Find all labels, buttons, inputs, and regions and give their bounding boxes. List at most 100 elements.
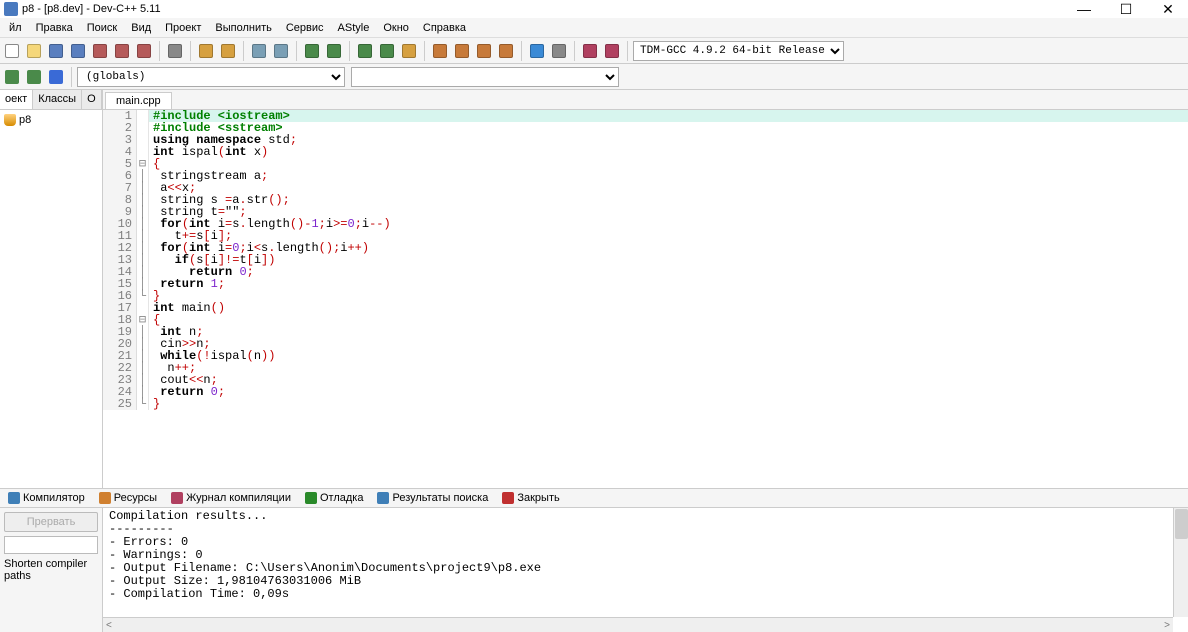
code-text[interactable]: cout<<n;	[149, 374, 1188, 386]
open-icon[interactable]	[24, 41, 44, 61]
menu-9[interactable]: Справка	[416, 20, 473, 36]
code-line[interactable]: 19│ int n;	[103, 326, 1188, 338]
code-line[interactable]: 6│ stringstream a;	[103, 170, 1188, 182]
code-text[interactable]: int n;	[149, 326, 1188, 338]
bottom-tab-3[interactable]: Отладка	[299, 490, 369, 506]
code-text[interactable]: cin>>n;	[149, 338, 1188, 350]
menu-4[interactable]: Проект	[158, 20, 208, 36]
code-text[interactable]: {	[149, 158, 1188, 170]
code-text[interactable]: #include <iostream>	[149, 110, 1188, 122]
fold-marker[interactable]: └	[137, 398, 149, 410]
code-text[interactable]: int main()	[149, 302, 1188, 314]
output-vscroll[interactable]	[1173, 508, 1188, 617]
code-text[interactable]: return 0;	[149, 266, 1188, 278]
code-text[interactable]: int ispal(int x)	[149, 146, 1188, 158]
close-all-icon[interactable]	[134, 41, 154, 61]
code-text[interactable]: while(!ispal(n))	[149, 350, 1188, 362]
menu-1[interactable]: Правка	[29, 20, 80, 36]
menu-2[interactable]: Поиск	[80, 20, 124, 36]
back-icon[interactable]	[2, 67, 22, 87]
debug-shield-icon[interactable]	[399, 41, 419, 61]
goto2-icon[interactable]	[377, 41, 397, 61]
code-line[interactable]: 17int main()	[103, 302, 1188, 314]
abort-button[interactable]: Прервать	[4, 512, 98, 532]
code-line[interactable]: 25└}	[103, 398, 1188, 410]
close-button[interactable]: ✕	[1156, 1, 1180, 18]
bookmark-icon[interactable]	[302, 41, 322, 61]
check-icon[interactable]	[527, 41, 547, 61]
output-text[interactable]: Compilation results... --------- - Error…	[103, 508, 1188, 603]
code-text[interactable]: for(int i=s.length()-1;i>=0;i--)	[149, 218, 1188, 230]
bottom-tab-5[interactable]: Закрыть	[496, 490, 565, 506]
code-line[interactable]: 14│ return 0;	[103, 266, 1188, 278]
code-text[interactable]: for(int i=0;i<s.length();i++)	[149, 242, 1188, 254]
code-text[interactable]: a<<x;	[149, 182, 1188, 194]
code-text[interactable]: using namespace std;	[149, 134, 1188, 146]
minimize-button[interactable]: —	[1072, 1, 1096, 18]
code-line[interactable]: 18⊟{	[103, 314, 1188, 326]
code-line[interactable]: 22│ n++;	[103, 362, 1188, 374]
new-icon[interactable]	[2, 41, 22, 61]
bookmark-next-icon[interactable]	[324, 41, 344, 61]
code-text[interactable]: {	[149, 314, 1188, 326]
code-line[interactable]: 4int ispal(int x)	[103, 146, 1188, 158]
code-text[interactable]: stringstream a;	[149, 170, 1188, 182]
code-line[interactable]: 13│ if(s[i]!=t[i])	[103, 254, 1188, 266]
save-icon[interactable]	[46, 41, 66, 61]
code-text[interactable]: return 1;	[149, 278, 1188, 290]
forward-icon[interactable]	[24, 67, 44, 87]
scope-select[interactable]: (globals)	[77, 67, 345, 87]
code-area[interactable]: 1#include <iostream>2#include <sstream>3…	[103, 110, 1188, 488]
menu-5[interactable]: Выполнить	[208, 20, 278, 36]
sidebar-tab-1[interactable]: Классы	[33, 90, 82, 109]
menu-8[interactable]: Окно	[376, 20, 416, 36]
compiler-select[interactable]: TDM-GCC 4.9.2 64-bit Release	[633, 41, 844, 61]
code-line[interactable]: 10│ for(int i=s.length()-1;i>=0;i--)	[103, 218, 1188, 230]
grid2-icon[interactable]	[452, 41, 472, 61]
output-filter-input[interactable]	[4, 536, 98, 554]
chart2-icon[interactable]	[602, 41, 622, 61]
project-node[interactable]: p8	[3, 113, 99, 127]
menu-0[interactable]: йл	[2, 20, 29, 36]
print-icon[interactable]	[165, 41, 185, 61]
code-line[interactable]: 24│ return 0;	[103, 386, 1188, 398]
undo-icon[interactable]	[196, 41, 216, 61]
x-icon[interactable]	[549, 41, 569, 61]
save-all-icon[interactable]	[68, 41, 88, 61]
member-select[interactable]	[351, 67, 619, 87]
code-line[interactable]: 21│ while(!ispal(n))	[103, 350, 1188, 362]
fold-marker[interactable]: └	[137, 290, 149, 302]
code-text[interactable]: }	[149, 398, 1188, 410]
menu-3[interactable]: Вид	[124, 20, 158, 36]
code-line[interactable]: 16└}	[103, 290, 1188, 302]
code-text[interactable]: return 0;	[149, 386, 1188, 398]
grid3-icon[interactable]	[474, 41, 494, 61]
sidebar-tab-0[interactable]: оект	[0, 90, 33, 109]
fold-marker[interactable]	[137, 110, 149, 122]
code-text[interactable]: if(s[i]!=t[i])	[149, 254, 1188, 266]
editor-tab-main[interactable]: main.cpp	[105, 92, 172, 109]
maximize-button[interactable]: ☐	[1114, 1, 1138, 18]
bottom-tab-4[interactable]: Результаты поиска	[371, 490, 494, 506]
code-text[interactable]: string s =a.str();	[149, 194, 1188, 206]
code-line[interactable]: 8│ string s =a.str();	[103, 194, 1188, 206]
goto-icon[interactable]	[355, 41, 375, 61]
chart1-icon[interactable]	[580, 41, 600, 61]
bookmark-blue-icon[interactable]	[46, 67, 66, 87]
save-as-icon[interactable]	[90, 41, 110, 61]
fold-marker[interactable]	[137, 122, 149, 134]
grid1-icon[interactable]	[430, 41, 450, 61]
replace-icon[interactable]	[271, 41, 291, 61]
code-text[interactable]: n++;	[149, 362, 1188, 374]
redo-icon[interactable]	[218, 41, 238, 61]
close-icon[interactable]	[112, 41, 132, 61]
menu-7[interactable]: AStyle	[331, 20, 377, 36]
code-line[interactable]: 23│ cout<<n;	[103, 374, 1188, 386]
bottom-tab-2[interactable]: Журнал компиляции	[165, 490, 297, 506]
code-line[interactable]: 15│ return 1;	[103, 278, 1188, 290]
output-hscroll[interactable]: <>	[103, 617, 1173, 632]
bottom-tab-0[interactable]: Компилятор	[2, 490, 91, 506]
sidebar-tab-2[interactable]: О	[82, 90, 102, 109]
bottom-tab-1[interactable]: Ресурсы	[93, 490, 163, 506]
code-text[interactable]: #include <sstream>	[149, 122, 1188, 134]
